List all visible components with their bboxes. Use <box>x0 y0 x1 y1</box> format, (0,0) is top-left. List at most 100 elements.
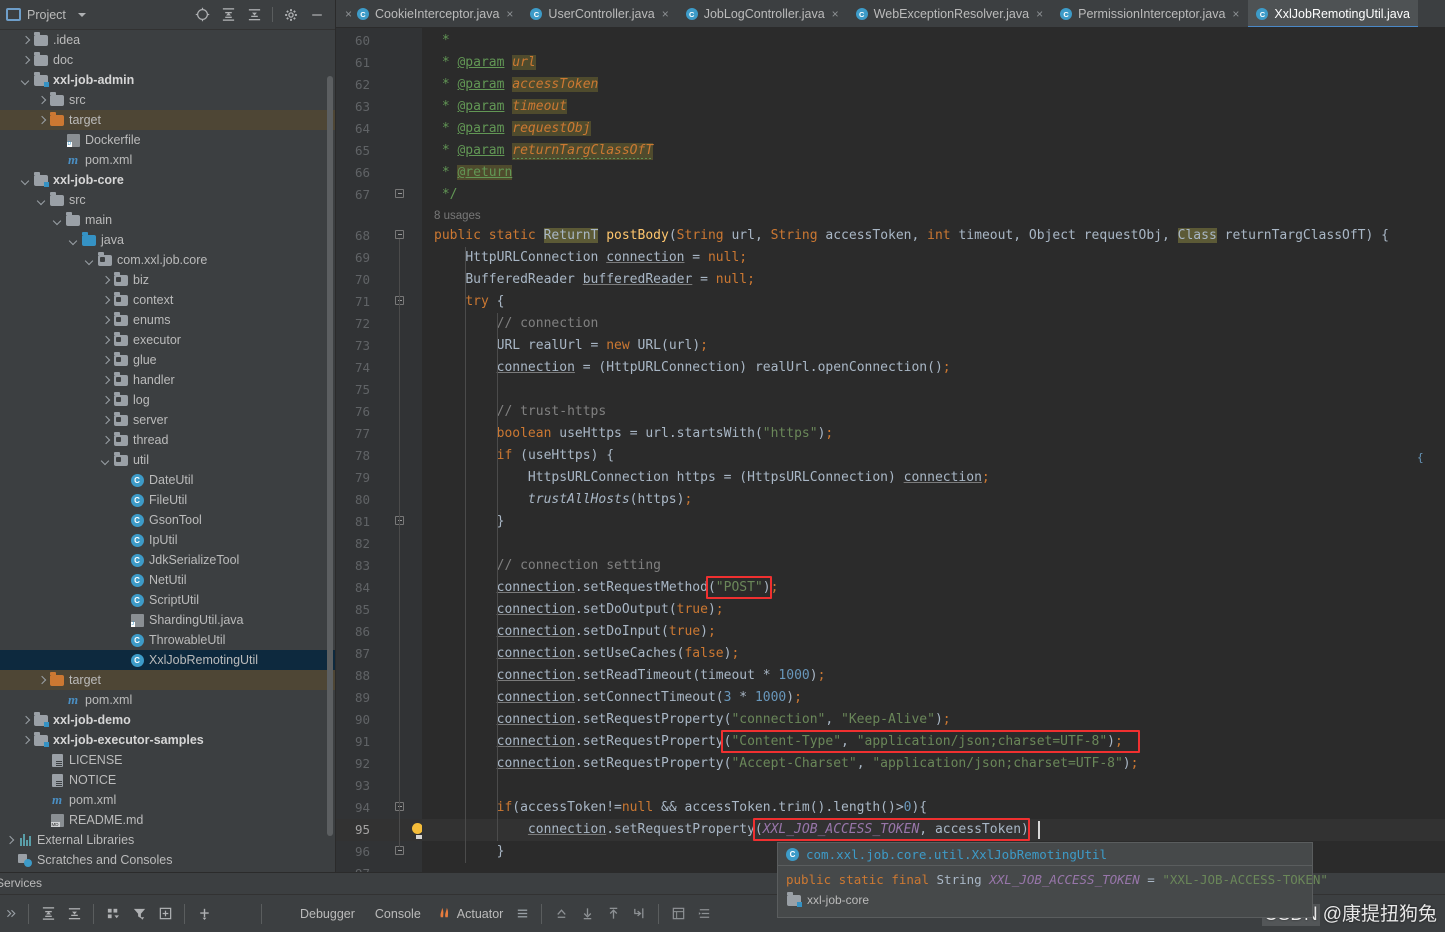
tree-expand-arrow[interactable] <box>100 355 111 366</box>
code-line[interactable]: } <box>434 511 505 533</box>
code-line[interactable]: } <box>434 841 505 863</box>
tree-item-src[interactable]: src <box>0 190 335 210</box>
tree-expand-arrow[interactable] <box>20 735 31 746</box>
editor-tab-cookieinterceptor[interactable]: × C CookieInterceptor.java × <box>336 0 522 27</box>
tree-item-pom-xml[interactable]: m pom.xml <box>0 790 335 810</box>
expand-sidebar-icon[interactable] <box>0 901 22 927</box>
tree-item-xxl-job-admin[interactable]: xxl-job-admin <box>0 70 335 90</box>
tree-item-dockerfile[interactable]: D Dockerfile <box>0 130 335 150</box>
code-line[interactable]: // trust-https <box>434 401 607 423</box>
code-line[interactable]: connection.setDoInput(true); <box>434 621 716 643</box>
tree-item-gsontool[interactable]: C GsonTool <box>0 510 335 530</box>
editor-tab-joblogcontroller[interactable]: C JobLogController.java × <box>678 0 848 27</box>
close-icon[interactable]: × <box>344 8 353 20</box>
code-line[interactable]: connection = (HttpURLConnection) realUrl… <box>434 357 951 379</box>
code-line[interactable]: * @param requestObj <box>434 118 591 140</box>
group-by-icon[interactable] <box>100 901 126 927</box>
editor-gutter[interactable]: 60 61 62 63 64 65 66 67 68 69 70 71 72 73 74 75 76 77 78 79… <box>336 28 423 884</box>
tree-expand-arrow[interactable] <box>100 395 111 406</box>
tree-item-enums[interactable]: enums <box>0 310 335 330</box>
code-line[interactable]: * @param url <box>434 52 536 74</box>
tree-expand-arrow[interactable] <box>100 415 111 426</box>
tree-item-external-libraries[interactable]: External Libraries <box>0 830 335 850</box>
tree-expand-arrow[interactable] <box>36 675 47 686</box>
code-line[interactable]: connection.setRequestProperty(XXL_JOB_AC… <box>434 819 1029 841</box>
editor-tab-permissioninterceptor[interactable]: C PermissionInterceptor.java × <box>1052 0 1248 27</box>
tree-expand-arrow[interactable] <box>20 75 31 86</box>
tree-item-scriptutil[interactable]: C ScriptUtil <box>0 590 335 610</box>
code-line[interactable]: if (useHttps) { <box>434 445 614 467</box>
editor-tab-webexceptionresolver[interactable]: C WebExceptionResolver.java × <box>848 0 1052 27</box>
add-icon[interactable] <box>191 901 217 927</box>
tree-expand-arrow[interactable] <box>68 235 79 246</box>
tree-item-target[interactable]: target <box>0 110 335 130</box>
tree-item-notice[interactable]: NOTICE <box>0 770 335 790</box>
project-tree-vertical-scrollbar[interactable] <box>327 76 333 836</box>
code-line[interactable]: trustAllHosts(https); <box>434 489 692 511</box>
tree-item-biz[interactable]: biz <box>0 270 335 290</box>
tab-console[interactable]: Console <box>365 907 431 921</box>
expand-all-icon[interactable] <box>220 7 236 23</box>
tree-item-java[interactable]: java <box>0 230 335 250</box>
usages-inlay-hint[interactable]: 8 usages <box>434 207 481 225</box>
tree-expand-arrow[interactable] <box>100 315 111 326</box>
tree-expand-arrow[interactable] <box>20 175 31 186</box>
editor-tab-xxljobremotingutil[interactable]: C XxlJobRemotingUtil.java <box>1248 0 1419 27</box>
code-fold-marker[interactable] <box>394 225 406 247</box>
code-line[interactable]: connection.setDoOutput(true); <box>434 599 724 621</box>
code-fold-marker[interactable] <box>394 511 406 533</box>
tree-expand-arrow[interactable] <box>36 95 47 106</box>
tree-item-readme-md[interactable]: MD README.md <box>0 810 335 830</box>
tree-item-com-xxl-job-core[interactable]: com.xxl.job.core <box>0 250 335 270</box>
tree-item-shardingutil-java[interactable]: J ShardingUtil.java <box>0 610 335 630</box>
settings-list-icon[interactable] <box>691 901 717 927</box>
code-line[interactable]: boolean useHttps = url.startsWith("https… <box>434 423 834 445</box>
tree-item-doc[interactable]: doc <box>0 50 335 70</box>
tree-item-target[interactable]: target <box>0 670 335 690</box>
collapse-all-icon[interactable] <box>246 7 262 23</box>
collapse-all-icon[interactable] <box>61 901 87 927</box>
code-fold-marker[interactable] <box>394 841 406 863</box>
close-icon[interactable]: × <box>661 8 670 20</box>
add-frame-icon[interactable] <box>152 901 178 927</box>
code-line[interactable]: * @param returnTargClassOfT <box>434 140 654 162</box>
tree-item-main[interactable]: main <box>0 210 335 230</box>
editor-tab-usercontroller[interactable]: C UserController.java × <box>522 0 677 27</box>
tree-expand-arrow[interactable] <box>20 715 31 726</box>
code-fold-marker[interactable] <box>394 291 406 313</box>
code-editor[interactable]: 60 61 62 63 64 65 66 67 68 69 70 71 72 73 74 75 76 77 78 79… <box>336 28 1445 884</box>
select-opened-file-icon[interactable] <box>194 7 210 23</box>
tree-expand-arrow[interactable] <box>36 195 47 206</box>
step-out-icon[interactable] <box>548 901 574 927</box>
tree-item-xxl-job-executor-samples[interactable]: xxl-job-executor-samples <box>0 730 335 750</box>
tab-actuator[interactable]: Actuator <box>431 905 510 923</box>
project-panel-title-group[interactable]: Project <box>6 8 86 22</box>
tree-expand-arrow[interactable] <box>20 35 31 46</box>
tree-item-glue[interactable]: glue <box>0 350 335 370</box>
tree-item-pom-xml[interactable]: m pom.xml <box>0 690 335 710</box>
tree-item-iputil[interactable]: C IpUtil <box>0 530 335 550</box>
tree-item-log[interactable]: log <box>0 390 335 410</box>
tree-item-pom-xml[interactable]: m pom.xml <box>0 150 335 170</box>
tree-expand-arrow[interactable] <box>36 115 47 126</box>
tree-item-fileutil[interactable]: C FileUtil <box>0 490 335 510</box>
editor-code-area[interactable]: 8 usages * * @param url * @param accessT… <box>422 28 1445 884</box>
code-line[interactable]: public static ReturnT postBody(String ur… <box>434 225 1389 247</box>
code-line[interactable]: BufferedReader bufferedReader = null; <box>434 269 755 291</box>
code-line[interactable]: * @param timeout <box>434 96 568 118</box>
tree-expand-arrow[interactable] <box>4 835 15 846</box>
code-line[interactable]: // connection <box>434 313 599 335</box>
tree-item-dateutil[interactable]: C DateUtil <box>0 470 335 490</box>
hide-panel-icon[interactable] <box>309 7 325 23</box>
tree-item-xxl-job-core[interactable]: xxl-job-core <box>0 170 335 190</box>
code-line[interactable]: try { <box>434 291 504 313</box>
tree-item-throwableutil[interactable]: C ThrowableUtil <box>0 630 335 650</box>
code-line[interactable]: connection.setRequestProperty("Content-T… <box>434 731 1123 753</box>
tree-expand-arrow[interactable] <box>100 275 111 286</box>
tree-expand-arrow[interactable] <box>100 335 111 346</box>
tree-item-thread[interactable]: thread <box>0 430 335 450</box>
code-fold-marker[interactable] <box>394 797 406 819</box>
project-tree[interactable]: .idea doc xxl-job-admin src target D Dockerfil… <box>0 30 335 884</box>
completion-popup-item[interactable]: C com.xxl.job.core.util.XxlJobRemotingUt… <box>777 842 1313 866</box>
close-icon[interactable]: × <box>1035 8 1044 20</box>
